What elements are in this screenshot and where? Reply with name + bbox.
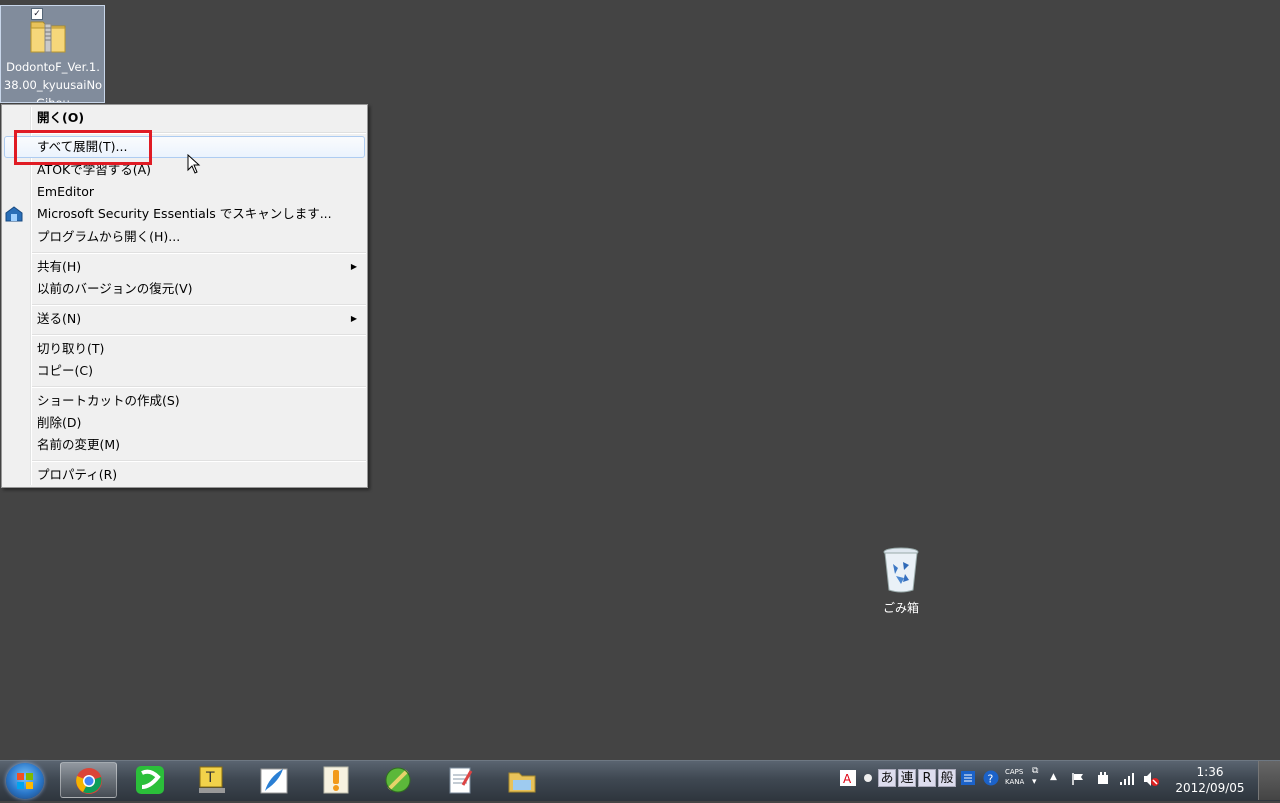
menu-item-properties[interactable]: プロパティ(R) (4, 464, 365, 486)
menu-item-label: プロパティ(R) (37, 467, 118, 482)
network-signal-icon[interactable] (1119, 772, 1135, 786)
menu-item-label: 共有(H) (37, 259, 82, 274)
recycle-bin-icon (883, 547, 919, 593)
taskbar-notepad-button[interactable] (432, 762, 489, 798)
highlight-annotation-box (14, 130, 152, 165)
clock-time: 1:36 (1196, 765, 1224, 779)
clock-date: 2012/09/05 (1175, 781, 1245, 795)
menu-item-create-shortcut[interactable]: ショートカットの作成(S) (4, 390, 365, 412)
menu-item-label: コピー(C) (37, 363, 93, 378)
ime-status-dot[interactable] (864, 774, 872, 782)
ime-menu-icon[interactable] (961, 771, 975, 785)
menu-item-label: EmEditor (37, 184, 95, 199)
ime-roman-button[interactable]: R (918, 769, 936, 787)
menu-item-open[interactable]: 開く(O) (4, 107, 365, 129)
volume-muted-icon[interactable] (1143, 771, 1159, 787)
ime-restore-icons[interactable]: ⧉ ▾ (1032, 766, 1038, 788)
kana-label: KANA (1005, 778, 1025, 786)
menu-item-label: Microsoft Security Essentials でスキャンします..… (37, 206, 332, 221)
menu-item-label: 開く(O) (37, 110, 85, 125)
menu-item-cut[interactable]: 切り取り(T) (4, 338, 365, 360)
submenu-arrow-icon: ▶ (350, 314, 357, 323)
menu-item-label: 以前のバージョンの復元(V) (37, 281, 193, 296)
zip-file-label: DodontoF_Ver.1.38.00_kyuusaiNoGihou (3, 60, 103, 103)
menu-item-label: ショートカットの作成(S) (37, 393, 180, 408)
show-hidden-icons-button[interactable]: ▲ (1050, 772, 1057, 782)
svg-text:A: A (843, 772, 852, 786)
ime-conversion-button[interactable]: 連 (898, 769, 916, 787)
mouse-cursor-icon (187, 154, 201, 174)
menu-item-send-to[interactable]: 送る(N) ▶ (4, 308, 365, 330)
caps-label: CAPS (1005, 768, 1024, 776)
globe-app-icon (385, 767, 411, 793)
taskbar-feather-app-button[interactable] (246, 762, 303, 798)
recycle-bin-desktop-icon[interactable]: ごみ箱 (872, 546, 930, 616)
help-icon[interactable]: ? (983, 770, 999, 786)
taskbar-app-green-button[interactable] (122, 762, 179, 798)
folder-icon (508, 772, 536, 793)
taskbar-clock[interactable]: 1:36 2012/09/05 (1170, 764, 1250, 796)
taskbar-explorer-button[interactable] (494, 762, 551, 798)
power-plug-icon[interactable] (1096, 771, 1110, 787)
caps-kana-indicator: CAPS KANA (1005, 767, 1024, 787)
notebook-app-icon: T (199, 766, 225, 793)
security-essentials-icon (5, 206, 23, 222)
notepad-icon (449, 767, 473, 794)
menu-item-emeditor[interactable]: EmEditor (4, 181, 365, 203)
windows-logo-icon (17, 773, 33, 789)
menu-item-label: 名前の変更(M) (37, 437, 121, 452)
ime-mode-button[interactable]: あ (878, 769, 896, 787)
menu-item-label: 切り取り(T) (37, 341, 105, 356)
show-desktop-button[interactable] (1258, 761, 1280, 800)
menu-separator (32, 386, 366, 388)
svg-text:?: ? (988, 773, 994, 786)
menu-item-rename[interactable]: 名前の変更(M) (4, 434, 365, 456)
submenu-arrow-icon: ▶ (350, 262, 357, 271)
recycle-bin-label: ごみ箱 (882, 601, 919, 615)
menu-item-delete[interactable]: 削除(D) (4, 412, 365, 434)
ime-dictionary-button[interactable]: 般 (938, 769, 956, 787)
action-center-flag-icon[interactable] (1071, 772, 1085, 786)
menu-separator (32, 334, 366, 336)
menu-separator (32, 304, 366, 306)
menu-item-mse-scan[interactable]: Microsoft Security Essentials でスキャンします..… (4, 203, 365, 225)
taskbar-text-app-button[interactable]: T (184, 762, 241, 798)
menu-separator (32, 460, 366, 462)
feather-app-icon (260, 768, 288, 794)
taskbar-globe-app-button[interactable] (370, 762, 427, 798)
start-button[interactable] (6, 763, 44, 799)
menu-item-share[interactable]: 共有(H) ▶ (4, 256, 365, 278)
menu-item-copy[interactable]: コピー(C) (4, 360, 365, 382)
chrome-icon (76, 768, 102, 794)
menu-item-label: 送る(N) (37, 311, 82, 326)
menu-item-restore-versions[interactable]: 以前のバージョンの復元(V) (4, 278, 365, 300)
menu-separator (32, 252, 366, 254)
taskbar-chrome-button[interactable] (60, 762, 117, 798)
menu-item-label: 削除(D) (37, 415, 82, 430)
adobe-tray-icon[interactable]: A (840, 770, 856, 786)
svg-text:T: T (205, 770, 215, 786)
green-app-icon (136, 766, 164, 794)
menu-item-open-with[interactable]: プログラムから開く(H)... (4, 226, 365, 248)
zip-file-desktop-icon[interactable]: ✓ DodontoF_Ver.1.38.00_kyuusaiNoGihou (0, 5, 105, 103)
menu-item-label: プログラムから開く(H)... (37, 229, 181, 244)
exclamation-app-icon (323, 766, 349, 794)
taskbar-alert-app-button[interactable] (308, 762, 365, 798)
zip-folder-icon (30, 21, 66, 53)
